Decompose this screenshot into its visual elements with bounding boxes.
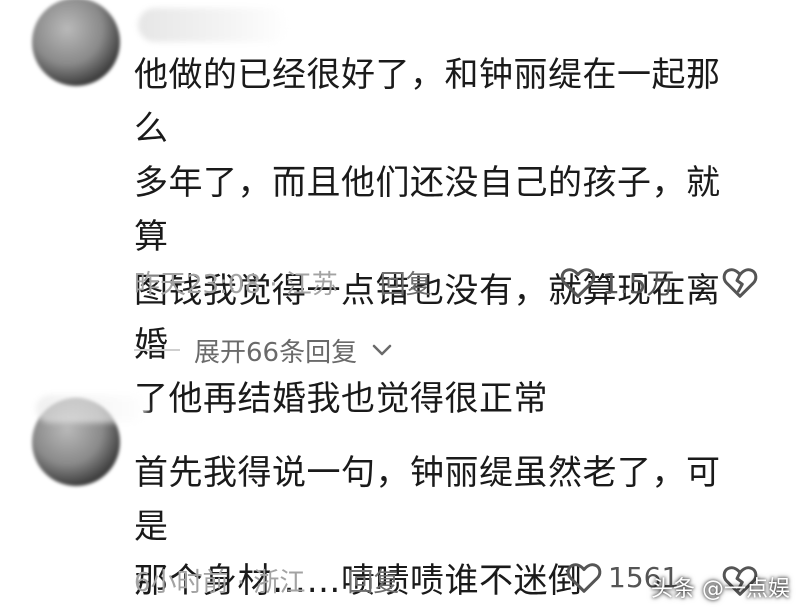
- like-count: 1.5万: [602, 267, 675, 300]
- timestamp-location: 昨天23:08 · 江苏: [134, 269, 338, 300]
- comment-text-line: 多年了，而且他们还没自己的孩子，就算: [134, 163, 721, 257]
- comment-meta: 6小时前 · 浙江 回复: [134, 560, 399, 600]
- username-blurred[interactable]: [138, 8, 288, 42]
- watermark: 头条 @一点娱: [651, 577, 790, 602]
- chevron-down-icon: [371, 343, 393, 357]
- reply-button[interactable]: 回复: [380, 264, 432, 301]
- comment-text-line: 他做的已经很好了，和钟丽缇在一起那么: [134, 55, 721, 149]
- heart-outline-icon: [566, 560, 602, 594]
- divider-line: [134, 349, 180, 351]
- expand-replies-button[interactable]: 展开66条回复: [134, 330, 393, 370]
- expand-replies-label: 展开66条回复: [194, 337, 358, 368]
- timestamp-location: 6小时前 · 浙江: [134, 567, 306, 598]
- broken-heart-icon[interactable]: [722, 265, 758, 299]
- avatar[interactable]: [32, 0, 120, 86]
- like-button[interactable]: 1.5万: [560, 262, 675, 302]
- username-blurred[interactable]: [36, 395, 148, 423]
- comment-text-line: 了他再结婚我也觉得很正常: [134, 379, 548, 419]
- reply-button[interactable]: 回复: [347, 562, 399, 599]
- comment-meta: 昨天23:08 · 江苏 回复: [134, 262, 432, 302]
- heart-outline-icon: [560, 265, 596, 299]
- comment-text-line: 首先我得说一句，钟丽缇虽然老了，可是: [134, 453, 721, 547]
